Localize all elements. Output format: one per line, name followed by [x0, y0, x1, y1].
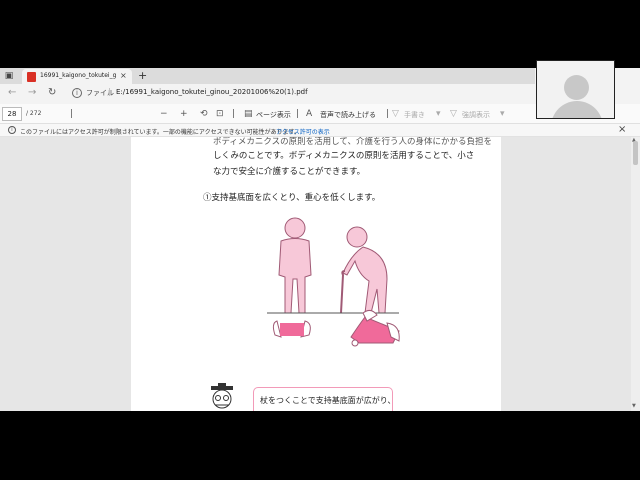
elderly-person-with-cane-figure: [340, 226, 388, 314]
notice-close-icon[interactable]: ×: [618, 124, 626, 136]
rotate-icon[interactable]: ⟲: [200, 108, 208, 120]
vertical-scrollbar[interactable]: ▲ ▼: [631, 137, 640, 411]
scrollbar-thumb[interactable]: [633, 141, 638, 165]
highlight-button: 強調表示: [462, 111, 490, 119]
standing-person-figure: [278, 217, 312, 314]
info-notice-icon: i: [8, 126, 16, 134]
view-permissions-link[interactable]: アクセス許可の表示: [276, 127, 330, 136]
pdf-file-icon: [27, 72, 36, 82]
url-text[interactable]: E:/16991_kaigono_tokutei_ginou_20201006%…: [116, 88, 308, 96]
draw-icon: ▽: [392, 109, 399, 119]
base-of-support-narrow: [272, 320, 311, 338]
browser-window: ▣ 16991_kaigono_tokutei_ginou_2 × + ← → …: [0, 68, 640, 411]
tab-title: 16991_kaigono_tokutei_ginou_2: [40, 72, 116, 79]
scroll-down-icon[interactable]: ▼: [632, 403, 636, 409]
callout-text: 杖をつくことで支持基底面が広がり、: [260, 396, 396, 405]
separator-icon-4: |: [386, 109, 390, 119]
person-avatar-body: [551, 101, 603, 118]
zoom-in-button[interactable]: +: [180, 108, 188, 120]
page-view-icon[interactable]: ▤: [244, 108, 253, 120]
person-avatar-head: [564, 75, 589, 100]
draw-button: 手書き: [404, 111, 425, 119]
notice-bar: i このファイルにはアクセス許可が制限されています。一部の機能にアクセスできない…: [0, 124, 640, 137]
pdf-viewer[interactable]: ボディメカニクスの原則を活用して、介護を行う人の身体にかかる負担を しくみのこと…: [0, 137, 640, 411]
fit-page-icon[interactable]: ⊡: [216, 108, 224, 120]
teacher-mascot-icon: [211, 383, 233, 409]
section-heading: ①支持基底面を広くとり、重心を低くします。: [203, 193, 381, 203]
dropdown-icon: ▾: [436, 109, 441, 119]
text-line-2: な力で安全に介護することができます。: [213, 167, 366, 177]
new-tab-button[interactable]: +: [138, 68, 147, 84]
body-mechanics-illustration: [267, 217, 400, 347]
notice-text: このファイルにはアクセス許可が制限されています。一部の機能にアクセスできない可能…: [20, 129, 301, 136]
black-letterbox-top: [0, 0, 640, 68]
separator-icon-2: |: [232, 109, 236, 119]
zoom-out-button[interactable]: −: [160, 108, 168, 120]
url-separator: |: [108, 87, 111, 96]
page-view-button[interactable]: ページ表示: [256, 110, 291, 120]
info-icon[interactable]: i: [72, 88, 82, 98]
webcam-overlay: [536, 60, 615, 119]
highlight-icon: ▽: [450, 109, 457, 119]
forward-icon[interactable]: →: [28, 87, 36, 98]
read-aloud-icon[interactable]: A: [306, 108, 312, 120]
tab-strip: ▣ 16991_kaigono_tokutei_ginou_2 × +: [0, 68, 535, 84]
text-line-1: しくみのことです。ボディメカニクスの原則を活用することで、小さ: [213, 151, 475, 161]
page-total: / 272: [26, 110, 42, 117]
text-line-top: ボディメカニクスの原則を活用して、介護を行う人の身体にかかる負担を: [213, 137, 492, 147]
page-number-input[interactable]: 28: [2, 107, 22, 121]
callout-box: 杖をつくことで支持基底面が広がり、: [253, 387, 396, 411]
refresh-icon[interactable]: ↻: [48, 87, 56, 98]
pdf-page: ボディメカニクスの原則を活用して、介護を行う人の身体にかかる負担を しくみのこと…: [131, 137, 501, 411]
black-letterbox-bottom: [0, 411, 640, 480]
separator-icon-3: |: [296, 109, 300, 119]
dropdown-icon-2: ▾: [500, 109, 505, 119]
base-of-support-wide: [350, 309, 400, 347]
tab-pdf[interactable]: 16991_kaigono_tokutei_ginou_2 ×: [22, 69, 132, 84]
back-icon[interactable]: ←: [8, 87, 16, 98]
read-aloud-button[interactable]: 音声で読み上げる: [320, 110, 376, 120]
tab-actions-icon[interactable]: ▣: [3, 70, 15, 82]
tab-close-icon[interactable]: ×: [120, 71, 127, 80]
separator-icon: |: [70, 109, 74, 119]
